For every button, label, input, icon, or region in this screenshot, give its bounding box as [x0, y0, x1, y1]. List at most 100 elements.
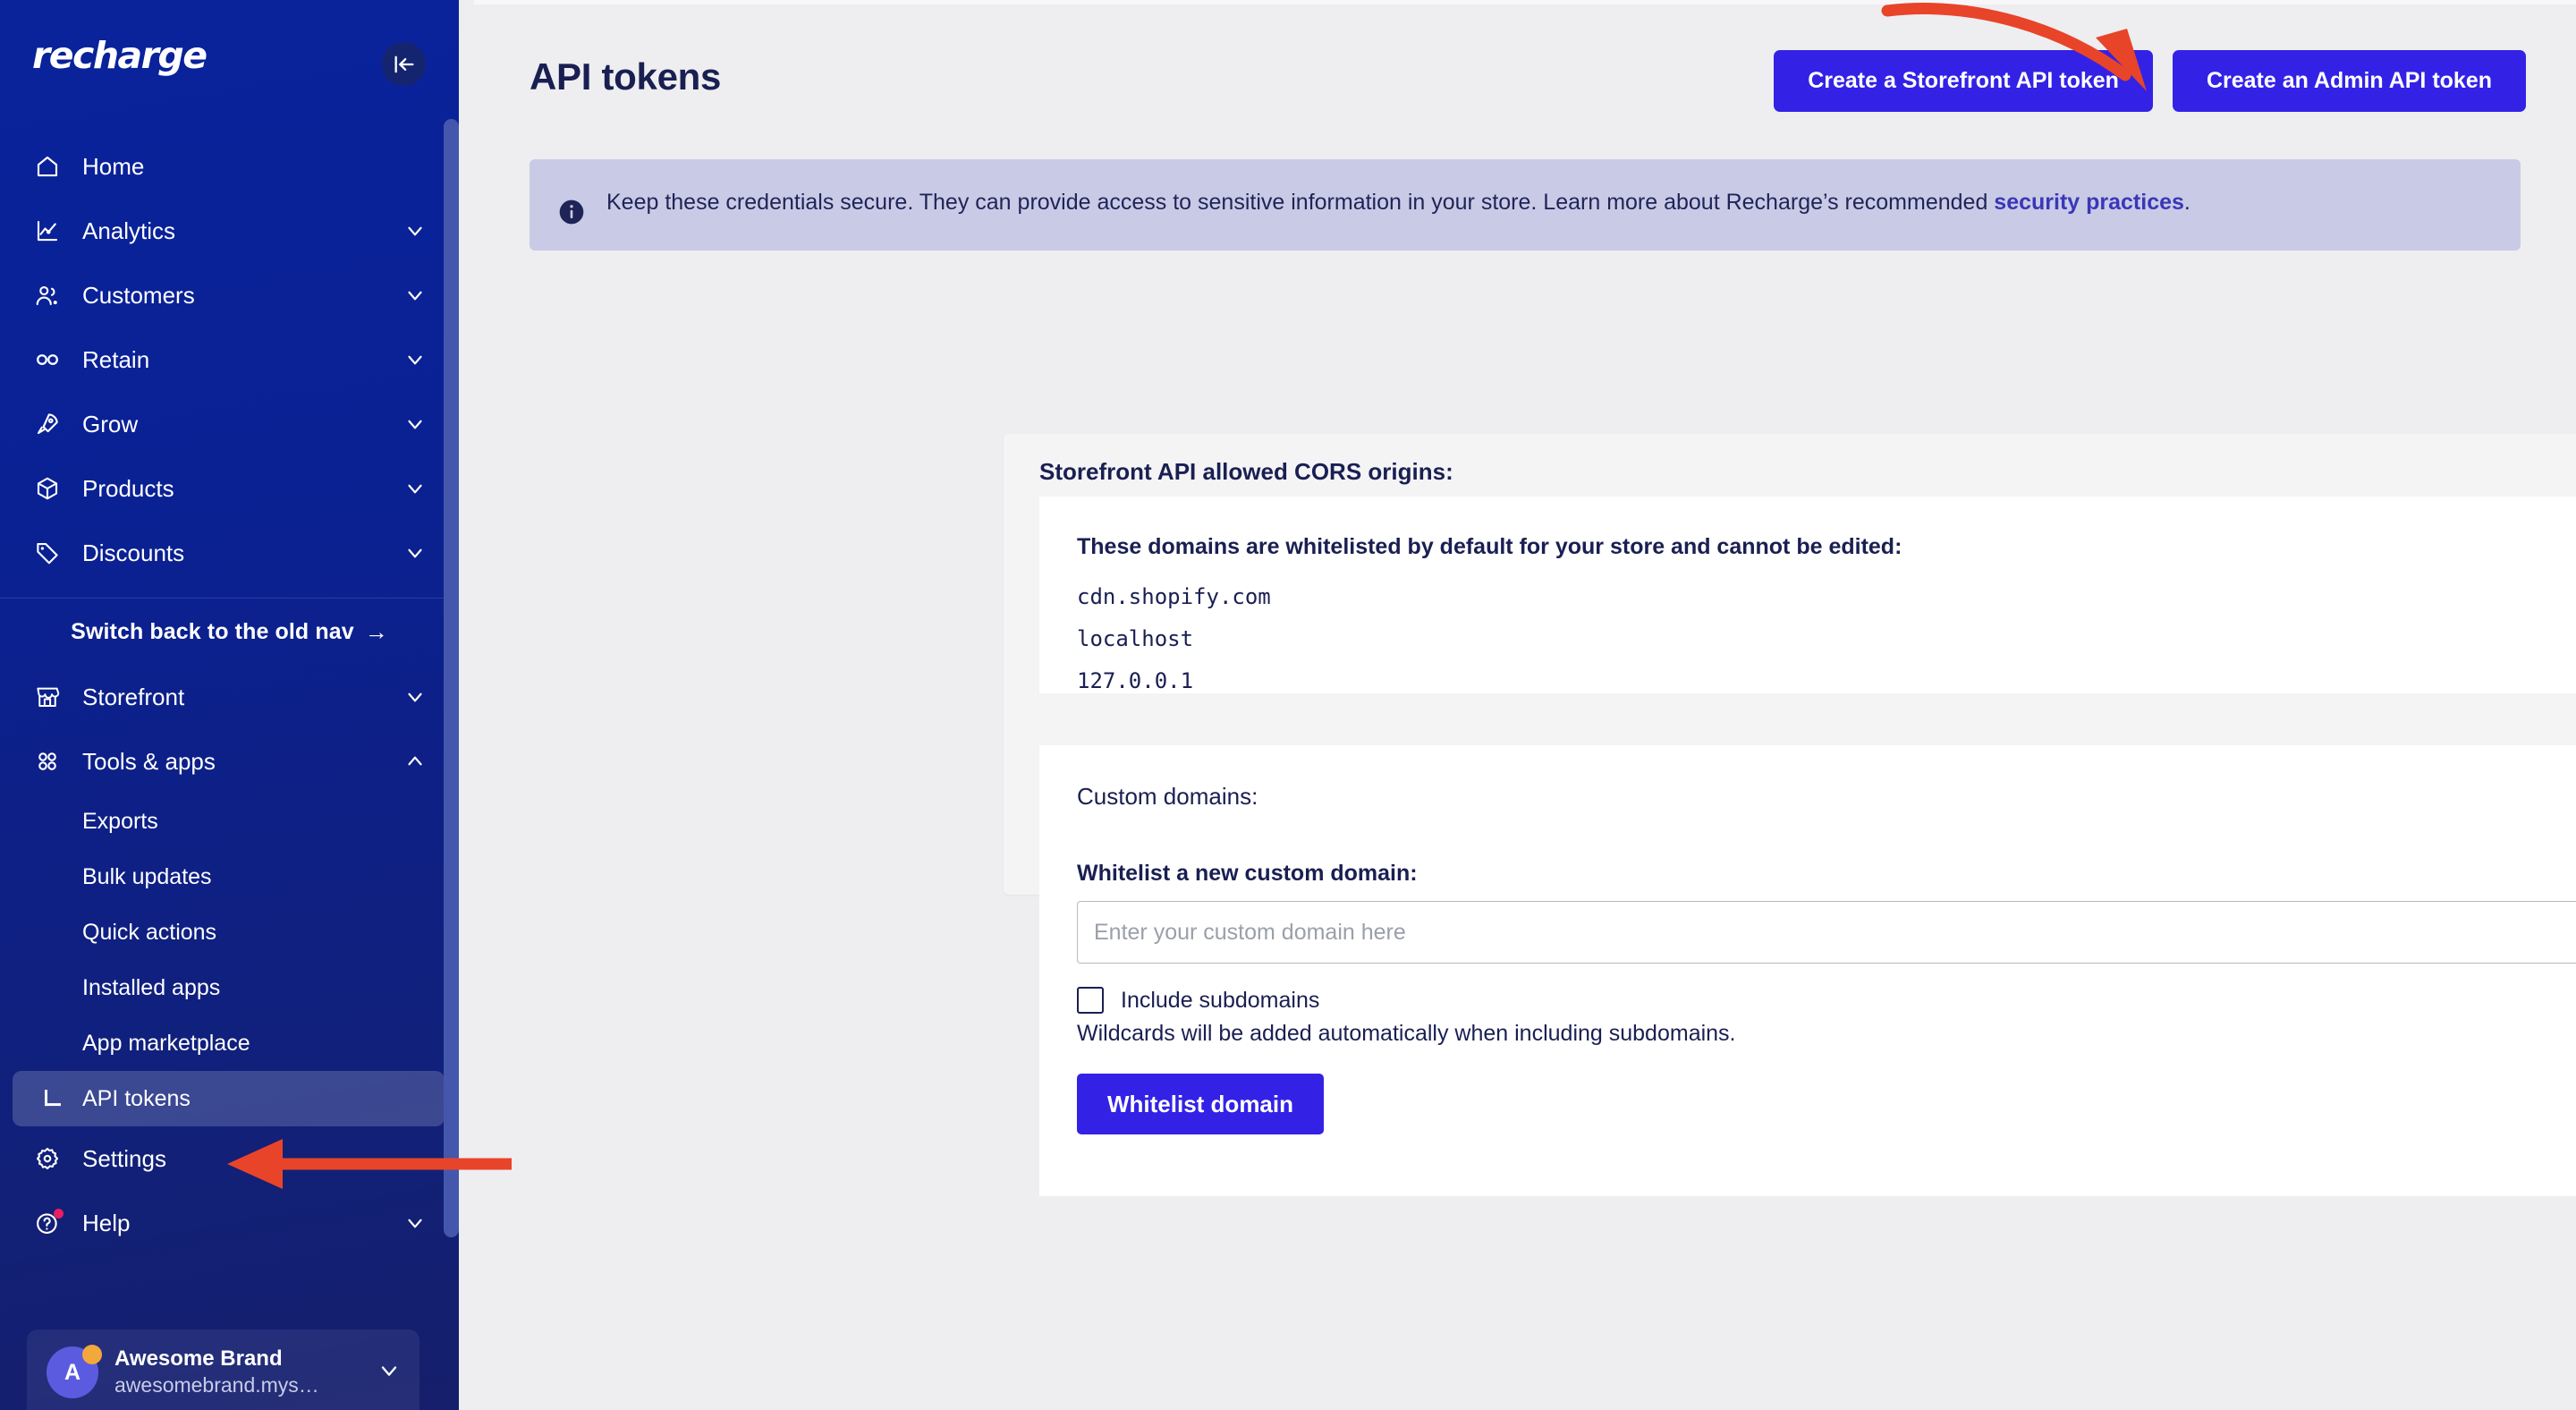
avatar: A	[47, 1345, 102, 1398]
sidebar-item-products[interactable]: Products	[0, 456, 459, 521]
sidebar-subitem-label: Bulk updates	[82, 863, 212, 889]
sidebar-item-home[interactable]: Home	[0, 134, 459, 199]
cors-domain-item: 127.0.0.1	[1077, 667, 1194, 693]
sidebar-secondary-nav: Storefront Tools & apps Exports Bulk upd…	[0, 665, 459, 1255]
sidebar-item-label: Tools & apps	[82, 747, 216, 775]
chart-line-icon	[32, 216, 63, 246]
sidebar-item-storefront[interactable]: Storefront	[0, 665, 459, 729]
sidebar-item-label: Grow	[82, 410, 139, 437]
cors-card-title: Storefront API allowed CORS origins:	[1039, 458, 1453, 485]
chevron-down-icon[interactable]	[403, 348, 427, 371]
chevron-down-icon[interactable]	[403, 685, 427, 709]
page-title: API tokens	[530, 55, 722, 98]
avatar-status-dot	[82, 1345, 102, 1364]
sidebar-item-grow[interactable]: Grow	[0, 392, 459, 456]
sidebar-item-customers[interactable]: Customers	[0, 263, 459, 327]
chevron-down-icon[interactable]	[403, 284, 427, 307]
chevron-down-icon[interactable]	[377, 1358, 402, 1388]
chevron-down-icon[interactable]	[403, 412, 427, 436]
box-icon	[32, 473, 63, 504]
collapse-sidebar-button[interactable]	[382, 42, 426, 86]
cors-domain-item: localhost	[1077, 625, 1194, 651]
include-subdomains-label: Include subdomains	[1121, 987, 1320, 1013]
banner-text-after: .	[2183, 190, 2190, 215]
store-name: Awesome Brand	[114, 1346, 283, 1372]
sidebar-item-label: Discounts	[82, 539, 185, 566]
header-actions: Create a Storefront API token Create an …	[1774, 50, 2526, 112]
sidebar-item-settings[interactable]: Settings	[0, 1126, 459, 1191]
store-switcher[interactable]: A Awesome Brand awesomebrand.mys…	[27, 1329, 419, 1410]
sidebar-item-discounts[interactable]: Discounts	[0, 521, 459, 585]
sidebar-item-retain[interactable]: Retain	[0, 327, 459, 392]
sidebar-scrollbar-thumb[interactable]	[444, 119, 459, 1237]
infinity-icon	[32, 344, 63, 375]
whitelist-domain-button[interactable]: Whitelist domain	[1077, 1074, 1324, 1134]
sidebar-subitem-exports[interactable]: Exports	[0, 794, 459, 849]
sidebar-subitem-label: Installed apps	[82, 974, 221, 1000]
sidebar-subitem-label: Exports	[82, 808, 158, 834]
sidebar-item-label: Settings	[82, 1144, 166, 1172]
sidebar-item-analytics[interactable]: Analytics	[0, 199, 459, 263]
notification-dot	[54, 1209, 64, 1219]
sidebar-item-label: Home	[82, 152, 145, 180]
chevron-down-icon[interactable]	[403, 541, 427, 565]
info-circle-icon	[556, 197, 587, 227]
cors-default-domains-panel: These domains are whitelisted by default…	[1039, 497, 2576, 693]
sidebar-item-label: Analytics	[82, 217, 176, 244]
chevron-down-icon[interactable]	[403, 1211, 427, 1235]
sidebar-item-label: Storefront	[82, 683, 185, 710]
store-icon	[32, 682, 63, 712]
home-icon	[32, 151, 63, 182]
sidebar-item-label: Help	[82, 1209, 131, 1236]
chevron-down-icon[interactable]	[403, 477, 427, 500]
custom-domains-card: Custom domains: Whitelist a new custom d…	[1039, 745, 2576, 1196]
sidebar-item-label: Retain	[82, 345, 150, 373]
arrow-right-icon: →	[364, 617, 388, 645]
switch-back-to-old-nav-button[interactable]: Switch back to the old nav →	[0, 599, 459, 665]
sidebar-subitem-bulk-updates[interactable]: Bulk updates	[0, 849, 459, 905]
chevron-up-icon[interactable]	[403, 750, 427, 773]
security-info-banner: Keep these credentials secure. They can …	[530, 159, 2521, 251]
recharge-logo: recharge	[32, 34, 208, 77]
sidebar-subitem-app-marketplace[interactable]: App marketplace	[0, 1015, 459, 1071]
sidebar: recharge Home Analytics Customers Retain…	[0, 0, 459, 1410]
tree-corner-icon	[45, 1090, 61, 1107]
sidebar-subitem-quick-actions[interactable]: Quick actions	[0, 905, 459, 960]
cors-lead-text: These domains are whitelisted by default…	[1077, 534, 1902, 559]
gear-icon	[32, 1143, 63, 1174]
chevron-down-icon[interactable]	[403, 219, 427, 242]
security-practices-link[interactable]: security practices	[1994, 190, 2184, 215]
top-edge-strip	[474, 0, 2576, 4]
store-info: Awesome Brand awesomebrand.mys…	[114, 1346, 377, 1399]
rocket-icon	[32, 409, 63, 439]
switch-nav-label: Switch back to the old nav	[71, 618, 354, 644]
sidebar-item-tools-and-apps[interactable]: Tools & apps	[0, 729, 459, 794]
banner-text-before: Keep these credentials secure. They can …	[606, 190, 1995, 215]
sidebar-primary-nav: Home Analytics Customers Retain Grow Pro…	[0, 134, 459, 585]
include-subdomains-checkbox[interactable]	[1077, 987, 1104, 1014]
create-admin-api-token-button[interactable]: Create an Admin API token	[2172, 50, 2526, 112]
sidebar-subitem-label: API tokens	[82, 1085, 191, 1111]
whitelist-domain-label: Whitelist a new custom domain:	[1077, 861, 1418, 886]
question-circle-icon	[32, 1208, 64, 1238]
cors-domain-item: cdn.shopify.com	[1077, 584, 1271, 609]
custom-domain-input[interactable]	[1077, 901, 2576, 964]
people-icon	[32, 280, 63, 310]
sidebar-header: recharge	[0, 0, 459, 134]
sidebar-subitem-installed-apps[interactable]: Installed apps	[0, 960, 459, 1015]
sidebar-item-label: Customers	[82, 281, 195, 309]
create-storefront-api-token-button[interactable]: Create a Storefront API token	[1774, 50, 2153, 112]
grid-apps-icon	[32, 746, 63, 777]
collapse-left-icon	[392, 52, 417, 77]
wildcard-hint: Wildcards will be added automatically wh…	[1077, 1021, 1736, 1046]
sidebar-scrollbar[interactable]	[444, 0, 459, 1410]
custom-domains-title: Custom domains:	[1077, 783, 1258, 810]
sidebar-subitem-label: App marketplace	[82, 1030, 250, 1056]
app-root: recharge Home Analytics Customers Retain…	[0, 0, 2576, 1410]
store-domain: awesomebrand.mys…	[114, 1373, 319, 1397]
sidebar-item-help[interactable]: Help	[0, 1191, 459, 1255]
sidebar-subitem-api-tokens[interactable]: API tokens	[13, 1071, 445, 1126]
main-content: API tokens Create a Storefront API token…	[474, 0, 2576, 1410]
banner-text: Keep these credentials secure. They can …	[606, 184, 2190, 220]
sidebar-item-label: Products	[82, 474, 174, 502]
